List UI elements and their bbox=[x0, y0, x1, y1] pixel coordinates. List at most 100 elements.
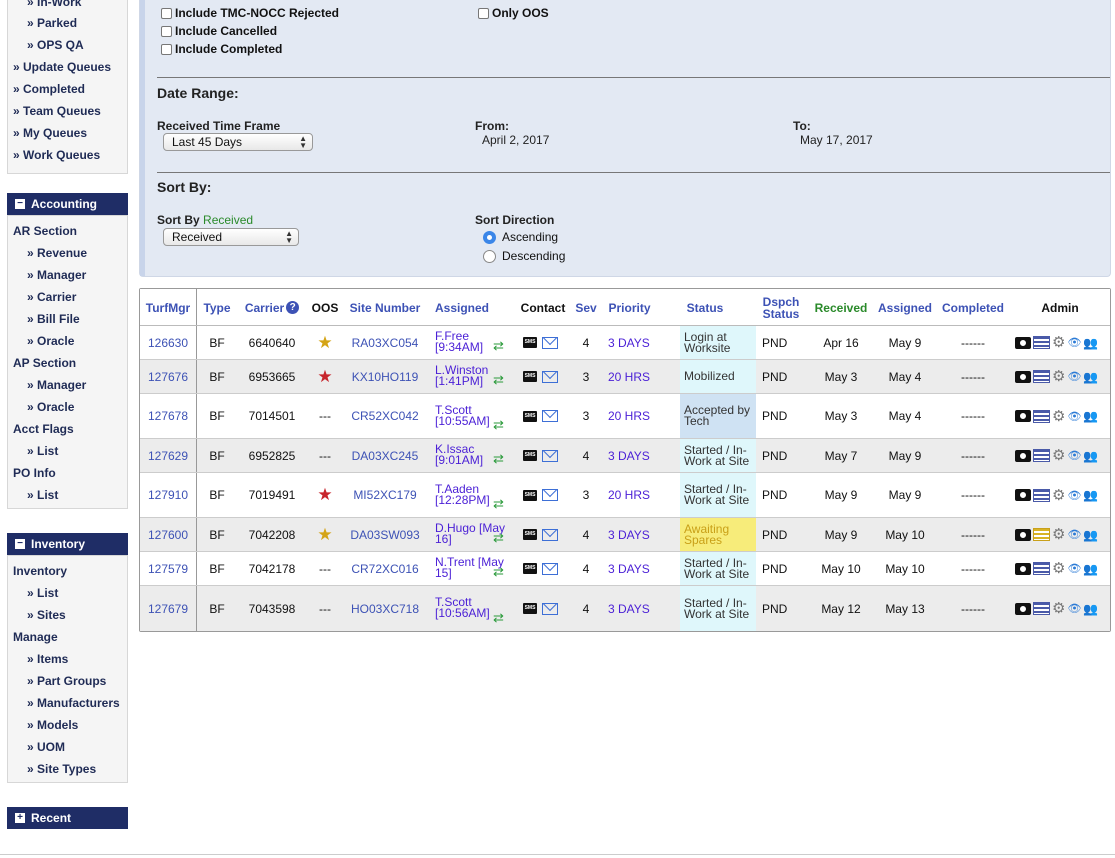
reassign-icon[interactable]: ⇄ bbox=[493, 372, 504, 388]
recent-header[interactable]: + Recent bbox=[7, 807, 128, 829]
assigned-tech-link[interactable]: T.Scott [10:55AM] bbox=[435, 404, 490, 427]
col-type[interactable]: Type bbox=[197, 289, 237, 326]
sms-icon[interactable]: SMS bbox=[523, 337, 537, 348]
col-completed[interactable]: Completed bbox=[938, 289, 1008, 326]
col-site-number[interactable]: Site Number bbox=[343, 289, 427, 326]
email-icon[interactable] bbox=[542, 489, 558, 501]
priority-link[interactable]: 3 DAYS bbox=[608, 528, 650, 542]
sidebar-item-update-queues[interactable]: » Update Queues bbox=[13, 60, 111, 74]
list-icon[interactable] bbox=[1033, 336, 1050, 349]
assigned-tech-link[interactable]: F.Free [9:34AM] bbox=[435, 330, 483, 353]
sidebar-item-in-work[interactable]: » In-Work bbox=[27, 0, 81, 9]
col-sev[interactable]: Sev bbox=[570, 289, 602, 326]
sidebar-item-models[interactable]: » Models bbox=[27, 718, 78, 732]
ticket-id-link[interactable]: 127600 bbox=[148, 528, 188, 542]
priority-link[interactable]: 3 DAYS bbox=[608, 449, 650, 463]
assigned-tech-link[interactable]: T.Scott [10:56AM] bbox=[435, 596, 490, 619]
sidebar-item-ar-oracle[interactable]: » Oracle bbox=[27, 334, 74, 348]
people-icon[interactable]: 👥 bbox=[1083, 488, 1098, 502]
sidebar-item-uom[interactable]: » UOM bbox=[27, 740, 65, 754]
sms-icon[interactable]: SMS bbox=[523, 529, 537, 540]
people-icon[interactable]: 👥 bbox=[1083, 562, 1098, 576]
ticket-id-link[interactable]: 127910 bbox=[148, 488, 188, 502]
assigned-tech-link[interactable]: T.Aaden [12:28PM] bbox=[435, 483, 490, 506]
sidebar-item-parked[interactable]: » Parked bbox=[27, 16, 77, 30]
col-priority[interactable]: Priority bbox=[602, 289, 657, 326]
reassign-icon[interactable]: ⇄ bbox=[493, 564, 504, 580]
people-icon[interactable]: 👥 bbox=[1083, 449, 1098, 463]
camera-icon[interactable] bbox=[1015, 449, 1031, 462]
sms-icon[interactable]: SMS bbox=[523, 603, 537, 614]
priority-link[interactable]: 3 DAYS bbox=[608, 562, 650, 576]
checkbox-box[interactable] bbox=[161, 25, 172, 37]
help-icon[interactable]: ? bbox=[286, 301, 300, 314]
eye-icon[interactable]: 👁 bbox=[1067, 370, 1081, 383]
expand-icon[interactable]: + bbox=[15, 813, 25, 823]
assigned-tech-link[interactable]: L.Winston [1:41PM] bbox=[435, 364, 488, 387]
list-icon[interactable] bbox=[1033, 602, 1050, 615]
sms-icon[interactable]: SMS bbox=[523, 563, 537, 574]
site-number-link[interactable]: KX10HO119 bbox=[352, 370, 419, 384]
col-carrier[interactable]: Carrier? bbox=[237, 289, 307, 326]
eye-icon[interactable]: 👁 bbox=[1067, 528, 1081, 541]
eye-icon[interactable]: 👁 bbox=[1067, 449, 1081, 462]
reassign-icon[interactable]: ⇄ bbox=[493, 610, 504, 626]
priority-link[interactable]: 20 HRS bbox=[608, 370, 650, 384]
reassign-icon[interactable]: ⇄ bbox=[493, 338, 504, 354]
sidebar-item-part-groups[interactable]: » Part Groups bbox=[27, 674, 106, 688]
col-status[interactable]: Status bbox=[680, 289, 730, 326]
sidebar-item-ops-qa[interactable]: » OPS QA bbox=[27, 38, 84, 52]
email-icon[interactable] bbox=[542, 370, 558, 383]
priority-link[interactable]: 3 DAYS bbox=[608, 602, 650, 616]
people-icon[interactable]: 👥 bbox=[1083, 528, 1098, 542]
ascending-radio[interactable]: Ascending bbox=[483, 230, 558, 244]
site-number-link[interactable]: RA03XC054 bbox=[352, 336, 419, 350]
sidebar-item-site-types[interactable]: » Site Types bbox=[27, 762, 96, 776]
site-number-link[interactable]: CR72XC016 bbox=[351, 562, 418, 576]
email-icon[interactable] bbox=[542, 410, 558, 422]
col-turfmgr[interactable]: TurfMgr bbox=[140, 289, 196, 326]
site-number-link[interactable]: CR52XC042 bbox=[351, 409, 418, 423]
gear-icon[interactable]: ⚙ bbox=[1052, 527, 1065, 542]
sidebar-item-ap-manager[interactable]: » Manager bbox=[27, 378, 86, 392]
list-icon[interactable] bbox=[1033, 562, 1050, 575]
camera-icon[interactable] bbox=[1015, 410, 1031, 422]
sidebar-item-acct-flags-list[interactable]: » List bbox=[27, 444, 58, 458]
sms-icon[interactable]: SMS bbox=[523, 410, 537, 422]
list-icon[interactable] bbox=[1033, 409, 1050, 423]
ticket-id-link[interactable]: 127678 bbox=[148, 409, 188, 423]
gear-icon[interactable]: ⚙ bbox=[1052, 369, 1065, 384]
reassign-icon[interactable]: ⇄ bbox=[493, 530, 504, 546]
col-dspch-status[interactable]: Dspch Status bbox=[754, 289, 808, 326]
sidebar-item-items[interactable]: » Items bbox=[27, 652, 68, 666]
list-icon[interactable] bbox=[1033, 370, 1050, 383]
sidebar-item-inventory-list[interactable]: » List bbox=[27, 586, 58, 600]
site-number-link[interactable]: DA03SW093 bbox=[350, 528, 419, 542]
camera-icon[interactable] bbox=[1015, 562, 1031, 575]
camera-icon[interactable] bbox=[1015, 602, 1031, 615]
checkbox-box[interactable] bbox=[161, 7, 172, 19]
email-icon[interactable] bbox=[542, 449, 558, 462]
gear-icon[interactable]: ⚙ bbox=[1052, 335, 1065, 350]
ticket-id-link[interactable]: 127579 bbox=[148, 562, 188, 576]
col-assigned[interactable]: Assigned bbox=[429, 289, 495, 326]
gear-icon[interactable]: ⚙ bbox=[1052, 561, 1065, 576]
people-icon[interactable]: 👥 bbox=[1083, 336, 1098, 350]
site-number-link[interactable]: MI52XC179 bbox=[353, 488, 416, 502]
priority-link[interactable]: 20 HRS bbox=[608, 488, 650, 502]
gear-icon[interactable]: ⚙ bbox=[1052, 488, 1065, 503]
radio-unselected-icon[interactable] bbox=[483, 249, 496, 263]
only-oos-checkbox[interactable]: Only OOS bbox=[478, 6, 549, 20]
received-time-frame-select[interactable]: Last 45 Days ▲ ▼ bbox=[163, 133, 313, 151]
camera-icon[interactable] bbox=[1015, 489, 1031, 501]
list-icon[interactable] bbox=[1033, 528, 1050, 541]
email-icon[interactable] bbox=[542, 528, 558, 541]
accounting-header[interactable]: − Accounting bbox=[7, 193, 128, 215]
camera-icon[interactable] bbox=[1015, 528, 1031, 541]
site-number-link[interactable]: DA03XC245 bbox=[352, 449, 419, 463]
camera-icon[interactable] bbox=[1015, 370, 1031, 383]
checkbox-box[interactable] bbox=[161, 43, 172, 55]
sidebar-item-my-queues[interactable]: » My Queues bbox=[13, 126, 87, 140]
people-icon[interactable]: 👥 bbox=[1083, 370, 1098, 384]
include-completed-checkbox[interactable]: Include Completed bbox=[161, 42, 282, 56]
